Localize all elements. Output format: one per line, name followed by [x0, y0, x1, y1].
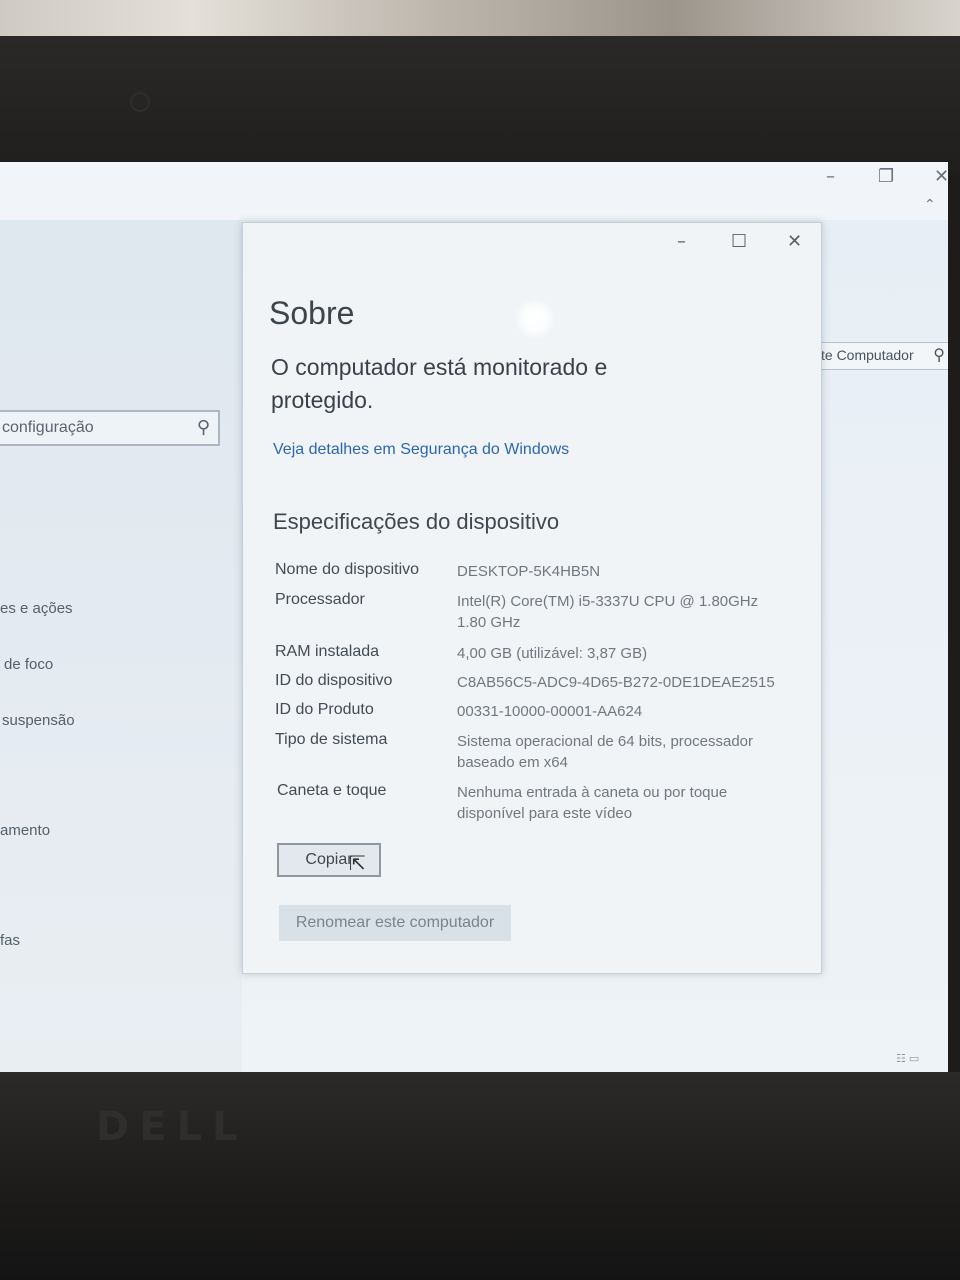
section-title: Especificações do dispositivo	[273, 509, 560, 534]
sidebar-item-focus[interactable]: de foco	[4, 656, 53, 673]
settings-titlebar: – ❐ ✕ ⌃	[0, 162, 948, 220]
chevron-up-icon[interactable]: ⌃	[924, 196, 936, 213]
dialog-minimize-button[interactable]: –	[677, 231, 686, 252]
settings-minimize-button[interactable]: –	[826, 166, 835, 187]
settings-search-placeholder: configuração	[2, 419, 94, 436]
settings-sidebar: configuração ⚲ es e ações de foco suspen…	[0, 220, 242, 1074]
dialog-maximize-button[interactable]: ☐	[731, 231, 747, 252]
spec-value-product-id: 00331-10000-00001-AA624	[457, 703, 643, 720]
spec-value-system-type: Sistema operacional de 64 bits, processa…	[457, 733, 754, 771]
settings-restore-button[interactable]: ❐	[878, 166, 894, 187]
mouse-cursor-icon: ⇱	[349, 851, 366, 875]
settings-close-button[interactable]: ✕	[934, 166, 948, 187]
spec-label-device-id: ID do dispositivo	[275, 672, 393, 689]
spec-label-processor: Processador	[275, 591, 365, 608]
search-icon: ⚲	[933, 345, 945, 364]
sidebar-item-sleep[interactable]: suspensão	[2, 712, 75, 729]
spec-value-ram: 4,00 GB (utilizável: 3,87 GB)	[457, 645, 648, 662]
spec-value-pen-touch: Nenhuma entrada à caneta ou por toque di…	[457, 784, 728, 822]
spec-label-device-name: Nome do dispositivo	[275, 561, 420, 578]
dialog-close-button[interactable]: ✕	[787, 231, 802, 252]
webcam	[132, 94, 148, 110]
sidebar-item-tasks[interactable]: fas	[0, 932, 20, 949]
settings-search-input[interactable]: configuração ⚲	[0, 410, 220, 446]
spec-label-ram: RAM instalada	[275, 643, 380, 660]
laptop-screen: – ❐ ✕ ⌃ te Computador ⚲ configuração ⚲ e…	[0, 162, 948, 1074]
spec-value-device-id: C8AB56C5-ADC9-4D65-B272-0DE1DEAE2515	[457, 674, 775, 691]
about-dialog: – ☐ ✕ Sobre O computador está monitorado…	[242, 222, 822, 974]
search-icon: ⚲	[196, 417, 210, 438]
spec-label-product-id: ID do Produto	[275, 701, 374, 718]
sidebar-item-storage[interactable]: amento	[0, 822, 50, 839]
spec-value-device-name: DESKTOP-5K4HB5N	[457, 563, 601, 580]
spec-label-system-type: Tipo de sistema	[275, 731, 388, 748]
spec-label-pen-touch: Caneta e toque	[277, 782, 387, 799]
rename-computer-button[interactable]: Renomear este computador	[279, 905, 511, 941]
explorer-search-input[interactable]: te Computador ⚲	[816, 342, 948, 370]
brand-logo: DELL	[96, 1104, 248, 1150]
screen-glare	[515, 299, 555, 339]
spec-value-processor: Intel(R) Core(TM) i5-3337U CPU @ 1.80GHz…	[457, 593, 759, 631]
explorer-search-placeholder: te Computador	[821, 347, 914, 363]
protection-status: O computador está monitorado e protegido…	[271, 354, 608, 413]
security-details-link[interactable]: Veja detalhes em Segurança do Windows	[273, 441, 569, 459]
statusbar-view-icons[interactable]: ☷ ▭	[896, 1052, 919, 1065]
sidebar-item-notifications[interactable]: es e ações	[0, 600, 73, 617]
page-title: Sobre	[269, 295, 355, 331]
